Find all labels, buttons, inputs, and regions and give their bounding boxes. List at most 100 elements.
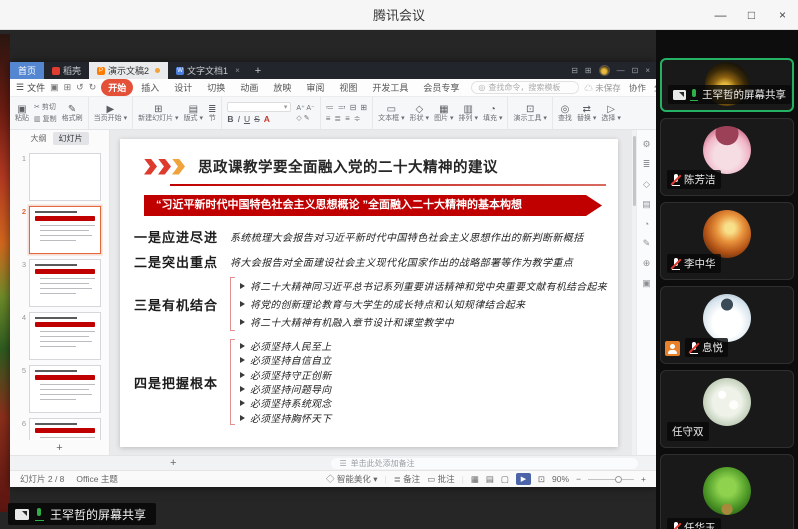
tab-presentation[interactable]: P演示文稿2 xyxy=(89,62,168,79)
participant-tile-2[interactable]: 李中华 xyxy=(660,202,794,280)
save-icon[interactable]: ▣ xyxy=(50,82,59,93)
sorter-view-icon[interactable]: ▤ xyxy=(486,474,494,485)
scrollbar-thumb[interactable] xyxy=(633,136,636,206)
menu-item-3[interactable]: 切换 xyxy=(200,79,232,96)
zoom-slider[interactable] xyxy=(588,479,634,480)
history-icon[interactable]: ◔ xyxy=(644,219,649,229)
paste-button[interactable]: ▣粘贴 xyxy=(15,104,29,123)
cut-button[interactable]: ✂剪切 xyxy=(34,102,57,112)
font-color-button[interactable]: A xyxy=(264,114,270,124)
menu-item-7[interactable]: 视图 xyxy=(332,79,364,96)
notes-add-button[interactable]: + xyxy=(170,457,176,469)
wps-restore-icon[interactable]: ⊡ xyxy=(632,66,639,75)
thumbnail-preview[interactable] xyxy=(29,418,101,440)
add-slide-button[interactable]: + xyxy=(10,440,109,455)
zoom-in-button[interactable]: + xyxy=(641,474,646,484)
slide-canvas[interactable]: 思政课教学要全面融入党的二十大精神的建议 “习近平新时代中国特色社会主义思想概论… xyxy=(120,139,618,447)
plugin-icon[interactable]: ⊕ xyxy=(643,258,651,269)
wps-minimize-icon[interactable]: — xyxy=(617,66,625,75)
select-button[interactable]: ▷选择 ▾ xyxy=(601,104,620,123)
tab-docer[interactable]: 稻壳 xyxy=(44,62,89,79)
thumbnail-preview[interactable] xyxy=(29,259,101,307)
underline-button[interactable]: U xyxy=(244,114,250,124)
text-box-button[interactable]: ▭文本框 ▾ xyxy=(378,104,404,123)
slide-thumbnail[interactable]: 2 xyxy=(17,206,103,254)
align-left-icon[interactable]: ≡ xyxy=(326,114,331,123)
tab-close-icon[interactable]: × xyxy=(235,66,240,75)
replace-button[interactable]: ⇄替换 ▾ xyxy=(577,104,596,123)
print-icon[interactable]: ⊞ xyxy=(64,82,72,93)
clear-format-button[interactable]: ◇ ✎ xyxy=(296,114,314,122)
participant-tile-3[interactable]: 息悦 xyxy=(660,286,794,364)
slide-thumbnail[interactable]: 4 xyxy=(17,312,103,360)
line-spacing-icon[interactable]: ≑ xyxy=(354,114,361,123)
slide-thumbnail[interactable]: 6 xyxy=(17,418,103,440)
menu-item-2[interactable]: 设计 xyxy=(167,79,199,96)
undo-icon[interactable]: ↺ xyxy=(76,82,84,93)
slide-thumbnail[interactable]: 5 xyxy=(17,365,103,413)
outline-pane-icon[interactable]: ≣ xyxy=(643,159,651,170)
participant-tile-4[interactable]: 任守双 xyxy=(660,370,794,448)
strike-button[interactable]: S xyxy=(254,114,260,124)
new-tab-button[interactable]: + xyxy=(248,62,268,79)
shared-screen-region[interactable]: 首页 稻壳 P演示文稿2 W文字文档1× + ⊟ ⊞ — ⊡ × xyxy=(0,30,656,510)
comment-button[interactable]: ▭ 批注 xyxy=(427,473,454,485)
thumbnail-preview[interactable] xyxy=(29,153,101,201)
close-button[interactable]: × xyxy=(767,0,798,30)
participant-tile-1[interactable]: 陈芳洁 xyxy=(660,118,794,196)
design-pane-icon[interactable]: ▤ xyxy=(642,199,651,210)
align-right-icon[interactable]: ≡ xyxy=(345,114,350,123)
account-avatar[interactable] xyxy=(599,65,610,76)
wps-close-icon[interactable]: × xyxy=(645,66,650,75)
fill-button[interactable]: ◔填充 ▾ xyxy=(483,104,502,123)
play-current-button[interactable]: ▶当页开始 ▾ xyxy=(94,104,127,123)
participant-tile-0[interactable]: 王罕哲的屏幕共享 xyxy=(660,58,794,112)
font-grow-button[interactable]: A⁺ A⁻ xyxy=(296,104,314,112)
tab-outline[interactable]: 大纲 xyxy=(31,133,47,144)
maximize-button[interactable]: □ xyxy=(736,0,767,30)
animation-pane-icon[interactable]: ◇ xyxy=(643,179,650,190)
tab-home[interactable]: 首页 xyxy=(10,62,44,79)
layout-button[interactable]: ▤版式 ▾ xyxy=(184,104,203,123)
grid-icon[interactable]: ⊞ xyxy=(585,66,592,75)
read-view-icon[interactable]: ▢ xyxy=(501,474,509,485)
new-slide-button[interactable]: ⊞新建幻灯片 ▾ xyxy=(138,104,178,123)
layout-icon[interactable]: ⊟ xyxy=(571,66,578,75)
thumbnail-preview[interactable] xyxy=(29,312,101,360)
menu-item-9[interactable]: 会员专享 xyxy=(416,79,466,96)
slide-editing-area[interactable]: 思政课教学要全面融入党的二十大精神的建议 “习近平新时代中国特色社会主义思想概论… xyxy=(110,130,632,455)
slide-thumbnail[interactable]: 3 xyxy=(17,259,103,307)
thumbnail-preview[interactable] xyxy=(29,206,101,254)
font-name-select[interactable]: ▾ xyxy=(227,102,291,112)
beautify-button[interactable]: ◇ 智能美化 ▾ xyxy=(326,473,378,485)
edit-pane-icon[interactable]: ✎ xyxy=(643,238,651,249)
align-center-icon[interactable]: ≣ xyxy=(334,114,341,123)
menu-item-6[interactable]: 审阅 xyxy=(299,79,331,96)
zoom-knob[interactable] xyxy=(615,476,622,483)
bold-button[interactable]: B xyxy=(227,114,233,124)
find-button[interactable]: ◎查找 xyxy=(558,104,572,123)
notes-input[interactable]: ☰ 单击此处添加备注 xyxy=(331,458,638,469)
collab-button[interactable]: 协作 xyxy=(629,82,646,94)
participant-tile-5[interactable]: 任华玉 xyxy=(660,454,794,529)
number-list-icon[interactable]: ≕ xyxy=(338,103,346,112)
slideshow-button[interactable]: ▶ xyxy=(516,473,531,485)
tab-slides[interactable]: 幻灯片 xyxy=(53,132,89,145)
thumbnail-preview[interactable] xyxy=(29,365,101,413)
menu-item-0[interactable]: 开始 xyxy=(101,79,133,96)
redo-icon[interactable]: ↻ xyxy=(89,82,97,93)
bullet-list-icon[interactable]: ≔ xyxy=(326,103,334,112)
zoom-out-button[interactable]: − xyxy=(576,474,581,484)
slide-thumbnail[interactable]: 1 xyxy=(17,153,103,201)
outdent-icon[interactable]: ⊞ xyxy=(360,103,367,112)
fit-window-icon[interactable]: ⊡ xyxy=(538,474,545,485)
arrange-button[interactable]: ▥排列 ▾ xyxy=(459,104,478,123)
presenter-tools-button[interactable]: ⊡演示工具 ▾ xyxy=(513,104,546,123)
search-box[interactable]: ◎查找命令，搜索模板 xyxy=(471,81,579,94)
note-button[interactable]: ≣ 备注 xyxy=(394,473,421,485)
minimize-button[interactable]: — xyxy=(705,0,736,30)
menu-item-8[interactable]: 开发工具 xyxy=(365,79,415,96)
italic-button[interactable]: I xyxy=(238,114,240,124)
settings-icon[interactable]: ⚙ xyxy=(642,139,650,150)
copy-button[interactable]: ▥复制 xyxy=(34,114,57,124)
